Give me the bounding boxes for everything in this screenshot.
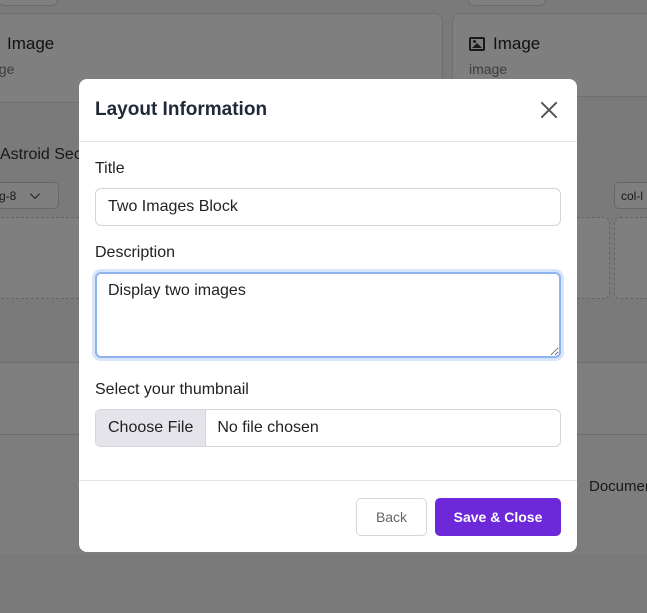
choose-file-button[interactable]: Choose File	[96, 410, 207, 446]
description-label: Description	[95, 244, 176, 261]
title-label: Title	[95, 160, 125, 177]
thumbnail-file-input[interactable]: Choose File No file chosen	[95, 409, 561, 447]
close-icon[interactable]	[537, 98, 561, 122]
modal-header: Layout Information	[79, 79, 577, 142]
file-status-text: No file chosen	[217, 419, 319, 436]
description-textarea[interactable]: Display two images	[95, 272, 561, 358]
modal-title: Layout Information	[95, 99, 268, 120]
layout-information-modal: Layout Information Title Description Dis…	[79, 79, 577, 552]
modal-body: Title Description Display two images Sel…	[79, 142, 577, 447]
thumbnail-label: Select your thumbnail	[95, 381, 249, 398]
modal-footer: Back Save & Close	[79, 480, 577, 552]
back-button[interactable]: Back	[356, 497, 427, 536]
title-input[interactable]	[95, 188, 561, 226]
save-close-button[interactable]: Save & Close	[435, 497, 561, 536]
